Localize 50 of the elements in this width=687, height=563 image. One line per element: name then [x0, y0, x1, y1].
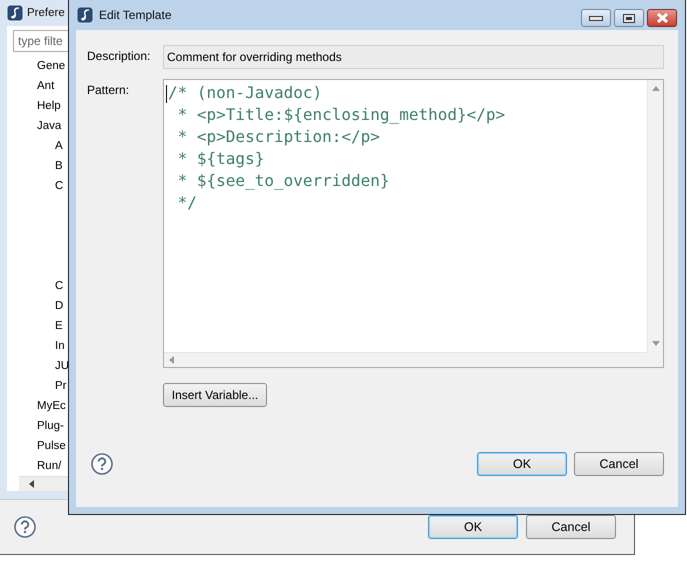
- tree-item[interactable]: Pulse: [37, 436, 66, 456]
- close-icon: [656, 13, 668, 23]
- window-title: Prefere: [27, 7, 65, 20]
- tree-item[interactable]: A: [55, 136, 63, 156]
- tree-item[interactable]: C: [55, 276, 64, 296]
- tree-item[interactable]: Java: [37, 116, 62, 136]
- minimize-icon: [589, 16, 603, 20]
- app-logo-icon: [7, 5, 23, 22]
- code-line: /* (non-Javadoc): [168, 82, 322, 104]
- tree-item[interactable]: Ant: [37, 76, 54, 96]
- insert-variable-button[interactable]: Insert Variable...: [163, 383, 267, 407]
- tree-item[interactable]: B: [55, 156, 63, 176]
- tree-item[interactable]: Run/: [37, 456, 62, 476]
- tree-item[interactable]: Gene: [37, 56, 66, 76]
- tree-item[interactable]: C: [55, 176, 64, 196]
- code-line: * <p>Description:</p>: [176, 126, 380, 148]
- tree-item[interactable]: JU: [55, 356, 70, 376]
- horizontal-scrollbar[interactable]: [164, 352, 647, 367]
- code-line: * ${see_to_overridden}: [176, 170, 390, 192]
- code-line: * ${tags}: [176, 148, 264, 170]
- close-button[interactable]: [647, 9, 677, 27]
- pattern-editor[interactable]: /* (non-Javadoc) * <p>Title:${enclosing_method}</p> * <p>Description:</p> * ${tags} * ${see_to_overridden} */: [163, 79, 664, 368]
- pattern-label: Pattern:: [87, 82, 130, 99]
- up-arrow-icon[interactable]: [652, 86, 660, 91]
- code-line: */: [176, 192, 197, 214]
- help-icon[interactable]: [91, 453, 113, 475]
- left-arrow-icon[interactable]: [29, 480, 35, 488]
- dialog-button[interactable]: OK: [428, 515, 518, 540]
- help-icon[interactable]: [14, 516, 36, 538]
- app-logo-icon: [77, 7, 93, 23]
- maximize-button[interactable]: [614, 9, 644, 27]
- tree-item[interactable]: Pr: [55, 376, 66, 396]
- text-cursor: [166, 85, 167, 103]
- tree-item[interactable]: E: [55, 316, 63, 336]
- down-arrow-icon[interactable]: [652, 341, 660, 346]
- description-field[interactable]: Comment for overriding methods: [163, 45, 664, 69]
- dialog-button[interactable]: Cancel: [574, 452, 664, 476]
- code-line: * <p>Title:${enclosing_method}</p>: [176, 104, 506, 126]
- dialog-button[interactable]: Cancel: [526, 515, 616, 540]
- tree-item[interactable]: In: [55, 336, 65, 356]
- tree-item[interactable]: Plug-: [37, 416, 64, 436]
- tree-item[interactable]: Help: [37, 96, 61, 116]
- vertical-scrollbar[interactable]: [647, 80, 663, 352]
- description-label: Description:: [87, 48, 152, 65]
- tree-item[interactable]: D: [55, 296, 64, 316]
- dialog-title: Edit Template: [99, 8, 172, 22]
- minimize-button[interactable]: [581, 9, 611, 27]
- tree-item[interactable]: MyEc: [37, 396, 66, 416]
- dialog-button[interactable]: OK: [477, 452, 567, 476]
- maximize-icon: [623, 14, 635, 22]
